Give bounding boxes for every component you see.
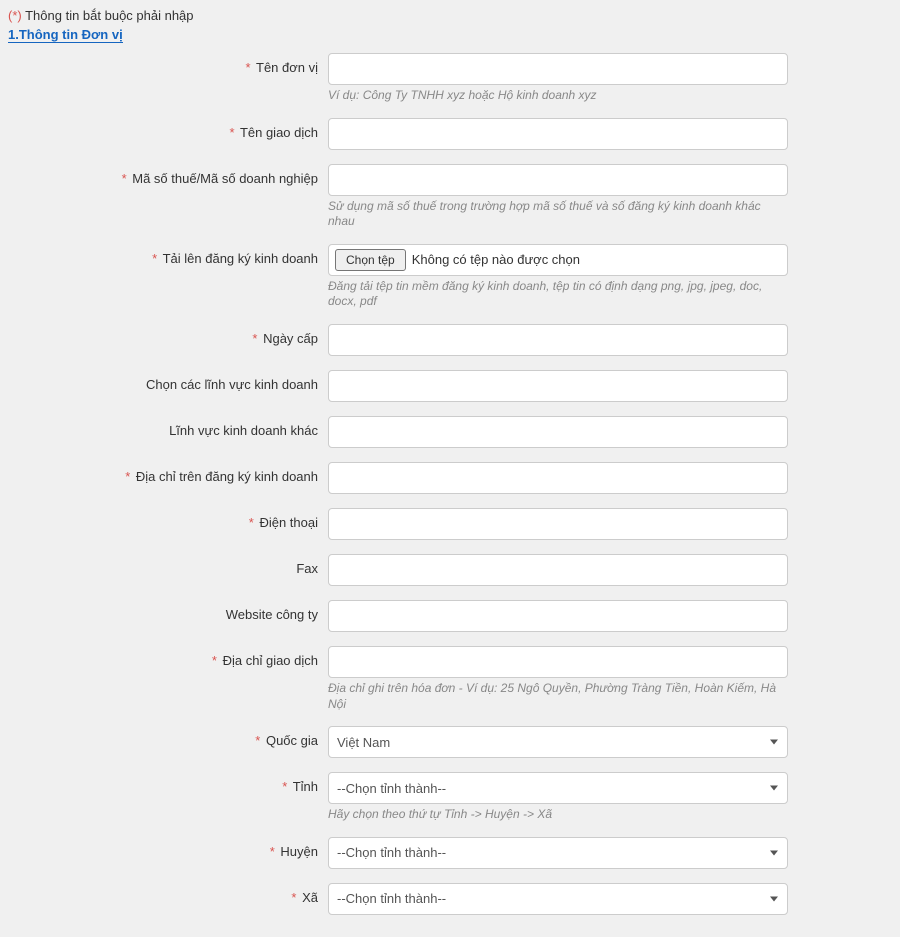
- file-upload-control[interactable]: Chọn tệp Không có tệp nào được chọn: [328, 244, 788, 276]
- label-dia-chi-dkkd: * Địa chỉ trên đăng ký kinh doanh: [8, 462, 328, 484]
- linh-vuc-input[interactable]: [328, 370, 788, 402]
- ten-don-vi-input[interactable]: [328, 53, 788, 85]
- label-ten-don-vi: * Tên đơn vị: [8, 53, 328, 75]
- label-xa: * Xã: [8, 883, 328, 905]
- ma-so-thue-help: Sử dụng mã số thuế trong trường hợp mã s…: [328, 199, 788, 230]
- label-tinh: * Tỉnh: [8, 772, 328, 794]
- fax-input[interactable]: [328, 554, 788, 586]
- huyen-select[interactable]: --Chọn tỉnh thành--: [328, 837, 788, 869]
- dia-chi-gd-help: Địa chỉ ghi trên hóa đơn - Ví dụ: 25 Ngô…: [328, 681, 788, 712]
- ngay-cap-input[interactable]: [328, 324, 788, 356]
- label-dia-chi-gd: * Địa chỉ giao dịch: [8, 646, 328, 668]
- form-container: * Tên đơn vị Ví dụ: Công Ty TNHH xyz hoặ…: [8, 53, 892, 915]
- quoc-gia-select[interactable]: Việt Nam: [328, 726, 788, 758]
- xa-select[interactable]: --Chọn tỉnh thành--: [328, 883, 788, 915]
- label-website: Website công ty: [8, 600, 328, 622]
- label-ngay-cap: * Ngày cấp: [8, 324, 328, 346]
- label-quoc-gia: * Quốc gia: [8, 726, 328, 748]
- tinh-select[interactable]: --Chọn tỉnh thành--: [328, 772, 788, 804]
- ten-don-vi-help: Ví dụ: Công Ty TNHH xyz hoặc Hộ kinh doa…: [328, 88, 788, 104]
- website-input[interactable]: [328, 600, 788, 632]
- file-no-file-text: Không có tệp nào được chọn: [412, 252, 580, 267]
- dia-chi-gd-input[interactable]: [328, 646, 788, 678]
- label-linh-vuc: Chọn các lĩnh vực kinh doanh: [8, 370, 328, 392]
- label-huyen: * Huyện: [8, 837, 328, 859]
- label-dien-thoai: * Điện thoại: [8, 508, 328, 530]
- file-choose-button[interactable]: Chọn tệp: [335, 249, 406, 271]
- ten-giao-dich-input[interactable]: [328, 118, 788, 150]
- required-text: Thông tin bắt buộc phải nhập: [25, 8, 193, 23]
- label-ma-so-thue: * Mã số thuế/Mã số doanh nghiệp: [8, 164, 328, 186]
- ma-so-thue-input[interactable]: [328, 164, 788, 196]
- dien-thoai-input[interactable]: [328, 508, 788, 540]
- label-tai-len: * Tải lên đăng ký kinh doanh: [8, 244, 328, 266]
- required-star: (*): [8, 8, 22, 23]
- section-title: 1.Thông tin Đơn vị: [8, 27, 123, 43]
- tai-len-help: Đăng tải tệp tin mềm đăng ký kinh doanh,…: [328, 279, 788, 310]
- required-note: (*) Thông tin bắt buộc phải nhập: [8, 8, 892, 23]
- label-linh-vuc-khac: Lĩnh vực kinh doanh khác: [8, 416, 328, 438]
- dia-chi-dkkd-input[interactable]: [328, 462, 788, 494]
- tinh-help: Hãy chọn theo thứ tự Tỉnh -> Huyện -> Xã: [328, 807, 788, 823]
- label-fax: Fax: [8, 554, 328, 576]
- label-ten-giao-dich: * Tên giao dịch: [8, 118, 328, 140]
- linh-vuc-khac-input[interactable]: [328, 416, 788, 448]
